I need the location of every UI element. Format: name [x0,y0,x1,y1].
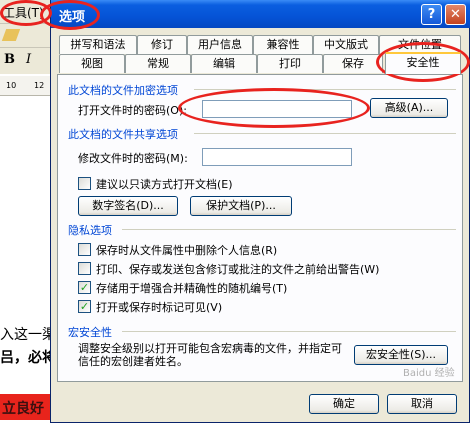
section-privacy: 隐私选项 [68,224,112,237]
privacy-label: 打开或保存时标记可见(V) [96,301,223,314]
doc-text-line: 立良好 [2,401,44,417]
tab-general[interactable]: 常规 [125,54,191,73]
bold-button[interactable]: B [4,52,15,67]
doc-text-line: 入这一渠 [0,327,56,343]
annotation-circle-password-field [178,88,370,128]
protect-document-button[interactable]: 保护文档(P)... [190,196,292,216]
format-painter-icon[interactable] [1,29,21,41]
privacy-checkbox-random-number[interactable]: ✓ [78,281,91,294]
open-password-label: 打开文件时的密码(O): [78,104,187,117]
divider [122,331,456,332]
privacy-checkbox-warn[interactable] [78,262,91,275]
macro-security-button[interactable]: 宏安全性(S)... [354,345,448,365]
macro-description: 调整安全级别以打开可能包含宏病毒的文件，并指定可信任的宏创建者姓名。 [78,342,342,368]
section-encryption: 此文档的文件加密选项 [68,84,178,97]
watermark: Baidu 经验 [403,368,455,379]
tab-chinese-layout[interactable]: 中文版式 [313,35,379,54]
dialog-titlebar[interactable]: 选项 ? ✕ [51,0,470,28]
privacy-label: 保存时从文件属性中删除个人信息(R) [96,244,278,257]
ruler: 10 12 [0,76,52,96]
privacy-checkbox-markup-visible[interactable]: ✓ [78,300,91,313]
tab-print[interactable]: 打印 [257,54,323,73]
privacy-label: 打印、保存或发送包含修订或批注的文件之前给出警告(W) [96,263,380,276]
tab-edit[interactable]: 编辑 [191,54,257,73]
tab-track-changes[interactable]: 修订 [137,35,187,54]
divider [194,133,456,134]
tab-spelling-grammar[interactable]: 拼写和语法 [59,35,137,54]
doc-text-line: 吕，必将 [0,350,56,366]
tab-save[interactable]: 保存 [323,54,383,73]
advanced-button[interactable]: 高级(A)... [370,98,448,118]
readonly-checkbox[interactable] [78,177,91,190]
tab-view[interactable]: 视图 [59,54,125,73]
privacy-checkbox-remove-info[interactable] [78,243,91,256]
cancel-button[interactable]: 取消 [387,394,457,414]
document-page [0,97,52,423]
help-button[interactable]: ? [421,4,442,25]
close-button[interactable]: ✕ [445,4,466,25]
section-sharing: 此文档的文件共享选项 [68,128,178,141]
modify-password-input[interactable] [202,148,352,166]
tab-compatibility[interactable]: 兼容性 [253,35,313,54]
ruler-mark: 12 [34,81,45,90]
tab-security[interactable]: 安全性 [385,52,461,74]
ok-button[interactable]: 确定 [309,394,379,414]
divider [122,229,456,230]
tab-user-info[interactable]: 用户信息 [187,35,253,54]
ruler-mark: 10 [6,81,17,90]
options-dialog: 选项 ? ✕ 拼写和语法 修订 用户信息 兼容性 中文版式 文件位置 视图 常规… [50,0,470,423]
privacy-label: 存储用于增强合并精确性的随机编号(T) [96,282,288,295]
section-macro-security: 宏安全性 [68,326,112,339]
readonly-label: 建议以只读方式打开文档(E) [96,178,233,191]
digital-signature-button[interactable]: 数字签名(D)... [78,196,178,216]
italic-button[interactable]: I [26,52,31,67]
toolbar-standard [0,24,52,48]
modify-password-label: 修改文件时的密码(M): [78,152,188,165]
annotation-circle-dialog-title [40,0,100,30]
